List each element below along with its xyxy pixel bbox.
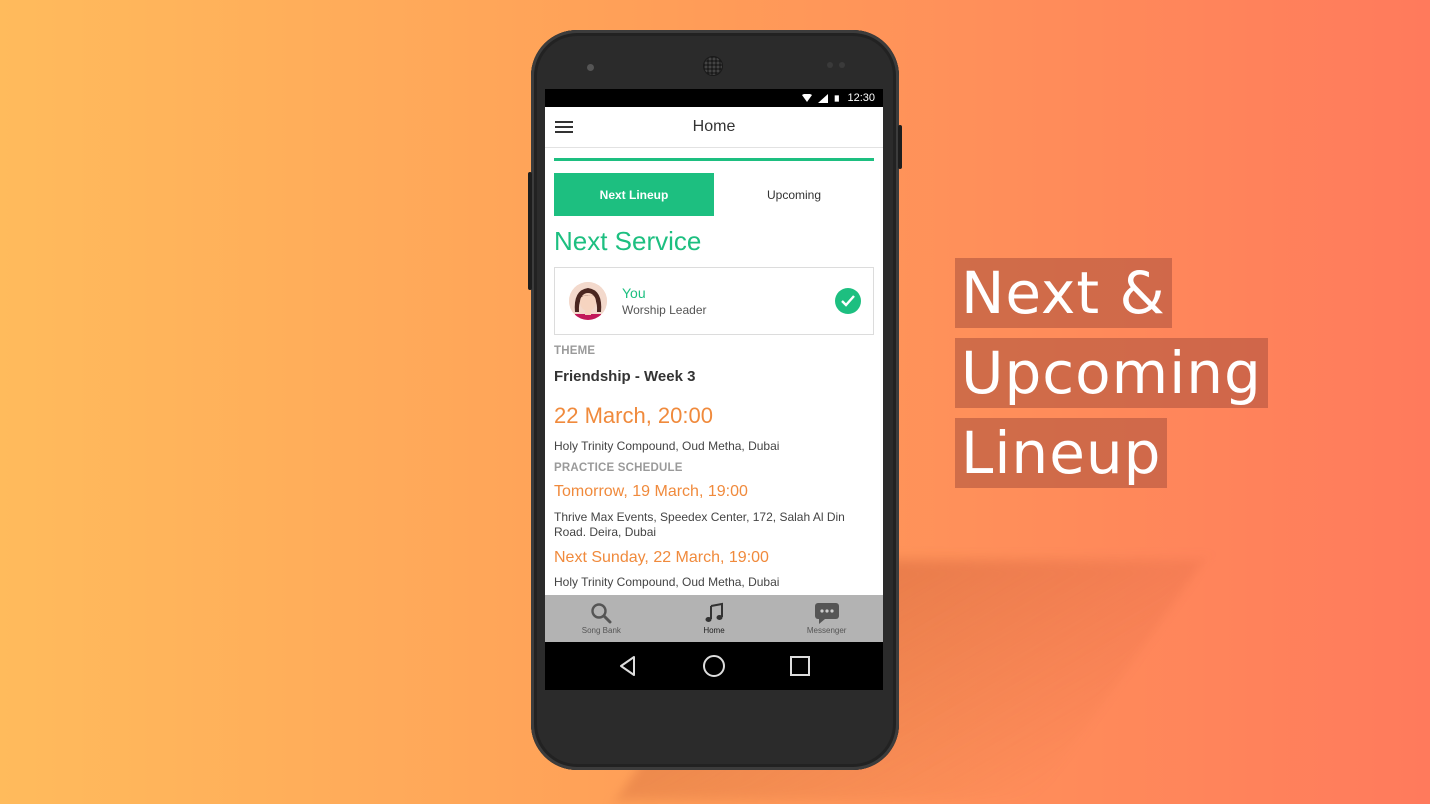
member-role: Worship Leader <box>622 303 707 317</box>
avatar <box>569 282 607 320</box>
service-location: Holy Trinity Compound, Oud Metha, Dubai <box>554 439 780 453</box>
headline-line: Lineup <box>955 418 1168 488</box>
progress-bar <box>554 158 874 161</box>
nav-home[interactable]: Home <box>658 595 771 642</box>
main-content[interactable]: Next Lineup Upcoming Next Service You Wo… <box>545 158 883 590</box>
search-icon <box>591 603 612 624</box>
volume-button <box>528 172 532 290</box>
theme-label: THEME <box>554 345 596 357</box>
battery-icon <box>835 94 840 102</box>
theme-value: Friendship - Week 3 <box>554 368 696 385</box>
headline-line: Next & <box>955 258 1172 328</box>
tab-upcoming[interactable]: Upcoming <box>714 173 874 216</box>
status-bar: 12:30 <box>545 89 883 107</box>
member-card[interactable]: You Worship Leader <box>554 267 874 335</box>
back-icon[interactable] <box>617 655 639 677</box>
practice-location: Holy Trinity Compound, Oud Metha, Dubai <box>554 575 780 590</box>
nav-song-bank[interactable]: Song Bank <box>545 595 658 642</box>
recent-apps-icon[interactable] <box>789 655 811 677</box>
bottom-navigation: Song Bank Home Messenger <box>545 595 883 642</box>
avatar-illustration <box>569 282 607 320</box>
signal-icon <box>818 93 829 103</box>
nav-messenger[interactable]: Messenger <box>770 595 883 642</box>
headline: Next & Upcoming Lineup <box>955 258 1268 498</box>
practice-location: Thrive Max Events, Speedex Center, 172, … <box>554 510 845 539</box>
nav-label: Song Bank <box>581 626 621 635</box>
section-title: Next Service <box>554 226 702 256</box>
phone-screen: 12:30 Home Next Lineup Upcoming Next Ser… <box>545 89 883 690</box>
nav-label: Home <box>703 626 725 635</box>
checkmark-icon[interactable] <box>835 288 861 314</box>
front-camera <box>587 64 594 71</box>
chat-bubble-icon <box>814 603 839 624</box>
tab-next-lineup[interactable]: Next Lineup <box>554 173 714 216</box>
speaker-grille <box>703 56 723 76</box>
wifi-icon <box>802 93 813 102</box>
menu-icon[interactable] <box>555 121 573 133</box>
system-navigation-bar <box>545 642 883 690</box>
nav-label: Messenger <box>806 626 847 635</box>
service-date: 22 March, 20:00 <box>554 403 713 428</box>
music-note-icon <box>705 602 723 622</box>
app-bar: Home <box>545 107 883 148</box>
practice-date: Tomorrow, 19 March, 19:00 <box>554 483 748 501</box>
practice-schedule-label: PRACTICE SCHEDULE <box>554 462 683 475</box>
power-button <box>898 125 902 169</box>
page-title: Home <box>692 118 736 135</box>
status-time: 12:30 <box>847 92 875 104</box>
headline-line: Upcoming <box>955 338 1268 408</box>
member-name: You <box>622 285 646 301</box>
practice-date: Next Sunday, 22 March, 19:00 <box>554 549 769 567</box>
sensor <box>827 62 833 68</box>
tab-bar: Next Lineup Upcoming <box>554 173 874 216</box>
sensor <box>839 62 845 68</box>
home-circle-icon[interactable] <box>702 654 726 678</box>
